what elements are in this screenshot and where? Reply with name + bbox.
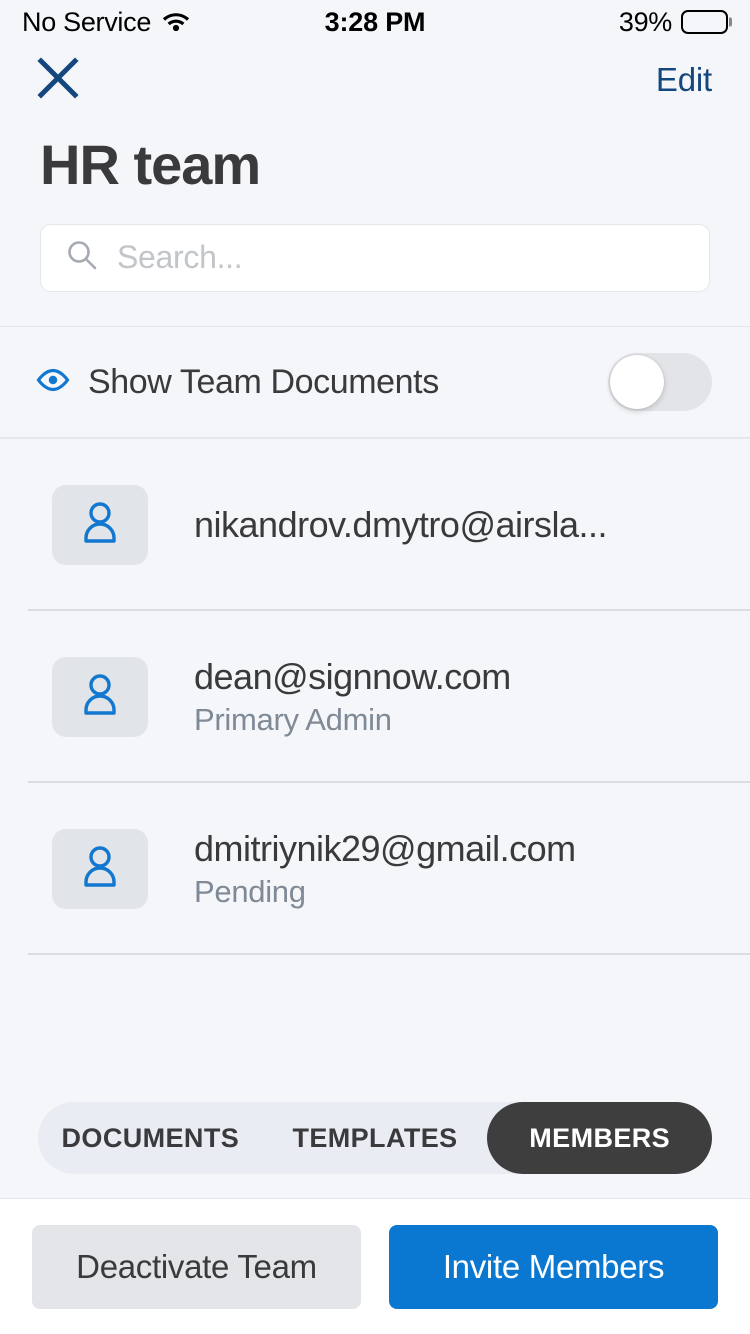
action-bar: Deactivate Team Invite Members <box>0 1198 750 1334</box>
battery-percent-label: 39% <box>619 7 672 38</box>
tab-templates[interactable]: TEMPLATES <box>263 1102 488 1174</box>
status-bar-right: 39% <box>425 7 728 38</box>
toggle-knob <box>610 355 664 409</box>
avatar <box>52 485 148 565</box>
avatar <box>52 657 148 737</box>
show-team-documents-toggle[interactable] <box>608 353 712 411</box>
person-icon <box>82 500 118 549</box>
close-button[interactable] <box>30 52 86 108</box>
invite-members-button[interactable]: Invite Members <box>389 1225 718 1309</box>
member-email: dean@signnow.com <box>194 656 710 698</box>
segmented-control: DOCUMENTS TEMPLATES MEMBERS <box>38 1102 712 1174</box>
search-box[interactable] <box>40 224 710 292</box>
page-title: HR team <box>0 116 750 196</box>
status-bar: No Service 3:28 PM 39% <box>0 0 750 44</box>
person-icon <box>82 672 118 721</box>
navigation-bar: Edit <box>0 44 750 116</box>
table-row[interactable]: nikandrov.dmytro@airsla... <box>0 439 750 611</box>
status-bar-left: No Service <box>22 7 325 38</box>
status-badge: Pending <box>194 874 710 910</box>
status-bar-time: 3:28 PM <box>325 7 426 38</box>
wifi-icon <box>161 7 191 38</box>
status-badge: Primary Admin <box>194 702 710 738</box>
member-info: nikandrov.dmytro@airsla... <box>194 504 710 546</box>
show-team-documents-label: Show Team Documents <box>88 363 590 402</box>
eye-icon <box>36 368 70 397</box>
tab-bar-section: DOCUMENTS TEMPLATES MEMBERS <box>0 1102 750 1198</box>
deactivate-team-button[interactable]: Deactivate Team <box>32 1225 361 1309</box>
close-icon <box>36 56 80 105</box>
search-section <box>0 196 750 326</box>
battery-icon <box>681 10 728 34</box>
member-info: dean@signnow.com Primary Admin <box>194 656 710 738</box>
show-team-documents-row[interactable]: Show Team Documents <box>0 327 750 437</box>
search-input[interactable] <box>117 239 685 276</box>
avatar <box>52 829 148 909</box>
tab-members[interactable]: MEMBERS <box>487 1102 712 1174</box>
app-screen: No Service 3:28 PM 39% <box>0 0 750 1334</box>
member-info: dmitriynik29@gmail.com Pending <box>194 828 710 910</box>
table-row[interactable]: dmitriynik29@gmail.com Pending <box>0 783 750 955</box>
table-row[interactable]: dean@signnow.com Primary Admin <box>0 611 750 783</box>
member-email: dmitriynik29@gmail.com <box>194 828 710 870</box>
tab-documents[interactable]: DOCUMENTS <box>38 1102 263 1174</box>
carrier-label: No Service <box>22 7 151 38</box>
person-icon <box>82 844 118 893</box>
edit-button[interactable]: Edit <box>656 61 712 99</box>
search-icon <box>65 238 99 277</box>
clock-label: 3:28 PM <box>325 7 426 38</box>
member-email: nikandrov.dmytro@airsla... <box>194 504 710 546</box>
member-list: nikandrov.dmytro@airsla... dean@signnow.… <box>0 439 750 1102</box>
